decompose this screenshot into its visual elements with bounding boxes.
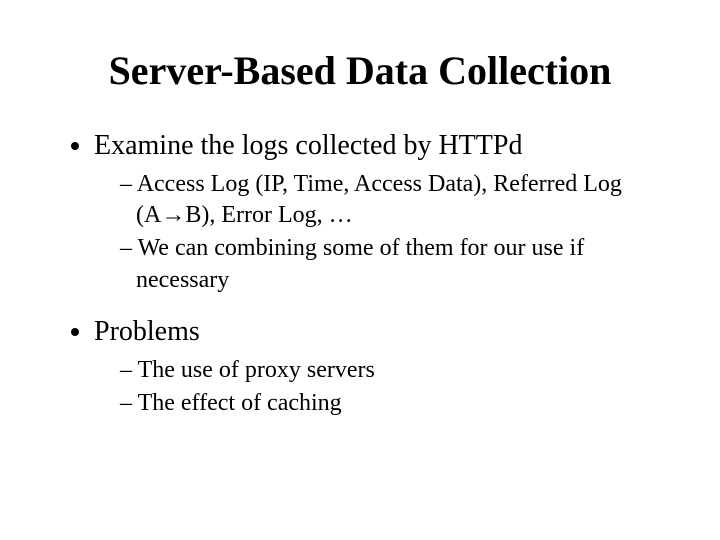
sub-bullet-item: Access Log (IP, Time, Access Data), Refe… — [120, 169, 660, 231]
bullet-text: Examine the logs collected by HTTPd — [94, 130, 522, 161]
bullet-text: Problems — [94, 316, 200, 347]
sub-bullet-item: The effect of caching — [120, 388, 660, 419]
bullet-item: Examine the logs collected by HTTPd Acce… — [94, 128, 660, 296]
sub-bullet-list: Access Log (IP, Time, Access Data), Refe… — [94, 169, 660, 296]
slide-title: Server-Based Data Collection — [60, 48, 660, 94]
bullet-list: Examine the logs collected by HTTPd Acce… — [60, 128, 660, 419]
sub-bullet-item: We can combining some of them for our us… — [120, 233, 660, 295]
sub-bullet-list: The use of proxy servers The effect of c… — [94, 355, 660, 419]
bullet-item: Problems The use of proxy servers The ef… — [94, 314, 660, 419]
slide: Server-Based Data Collection Examine the… — [0, 0, 720, 540]
sub-bullet-item: The use of proxy servers — [120, 355, 660, 386]
